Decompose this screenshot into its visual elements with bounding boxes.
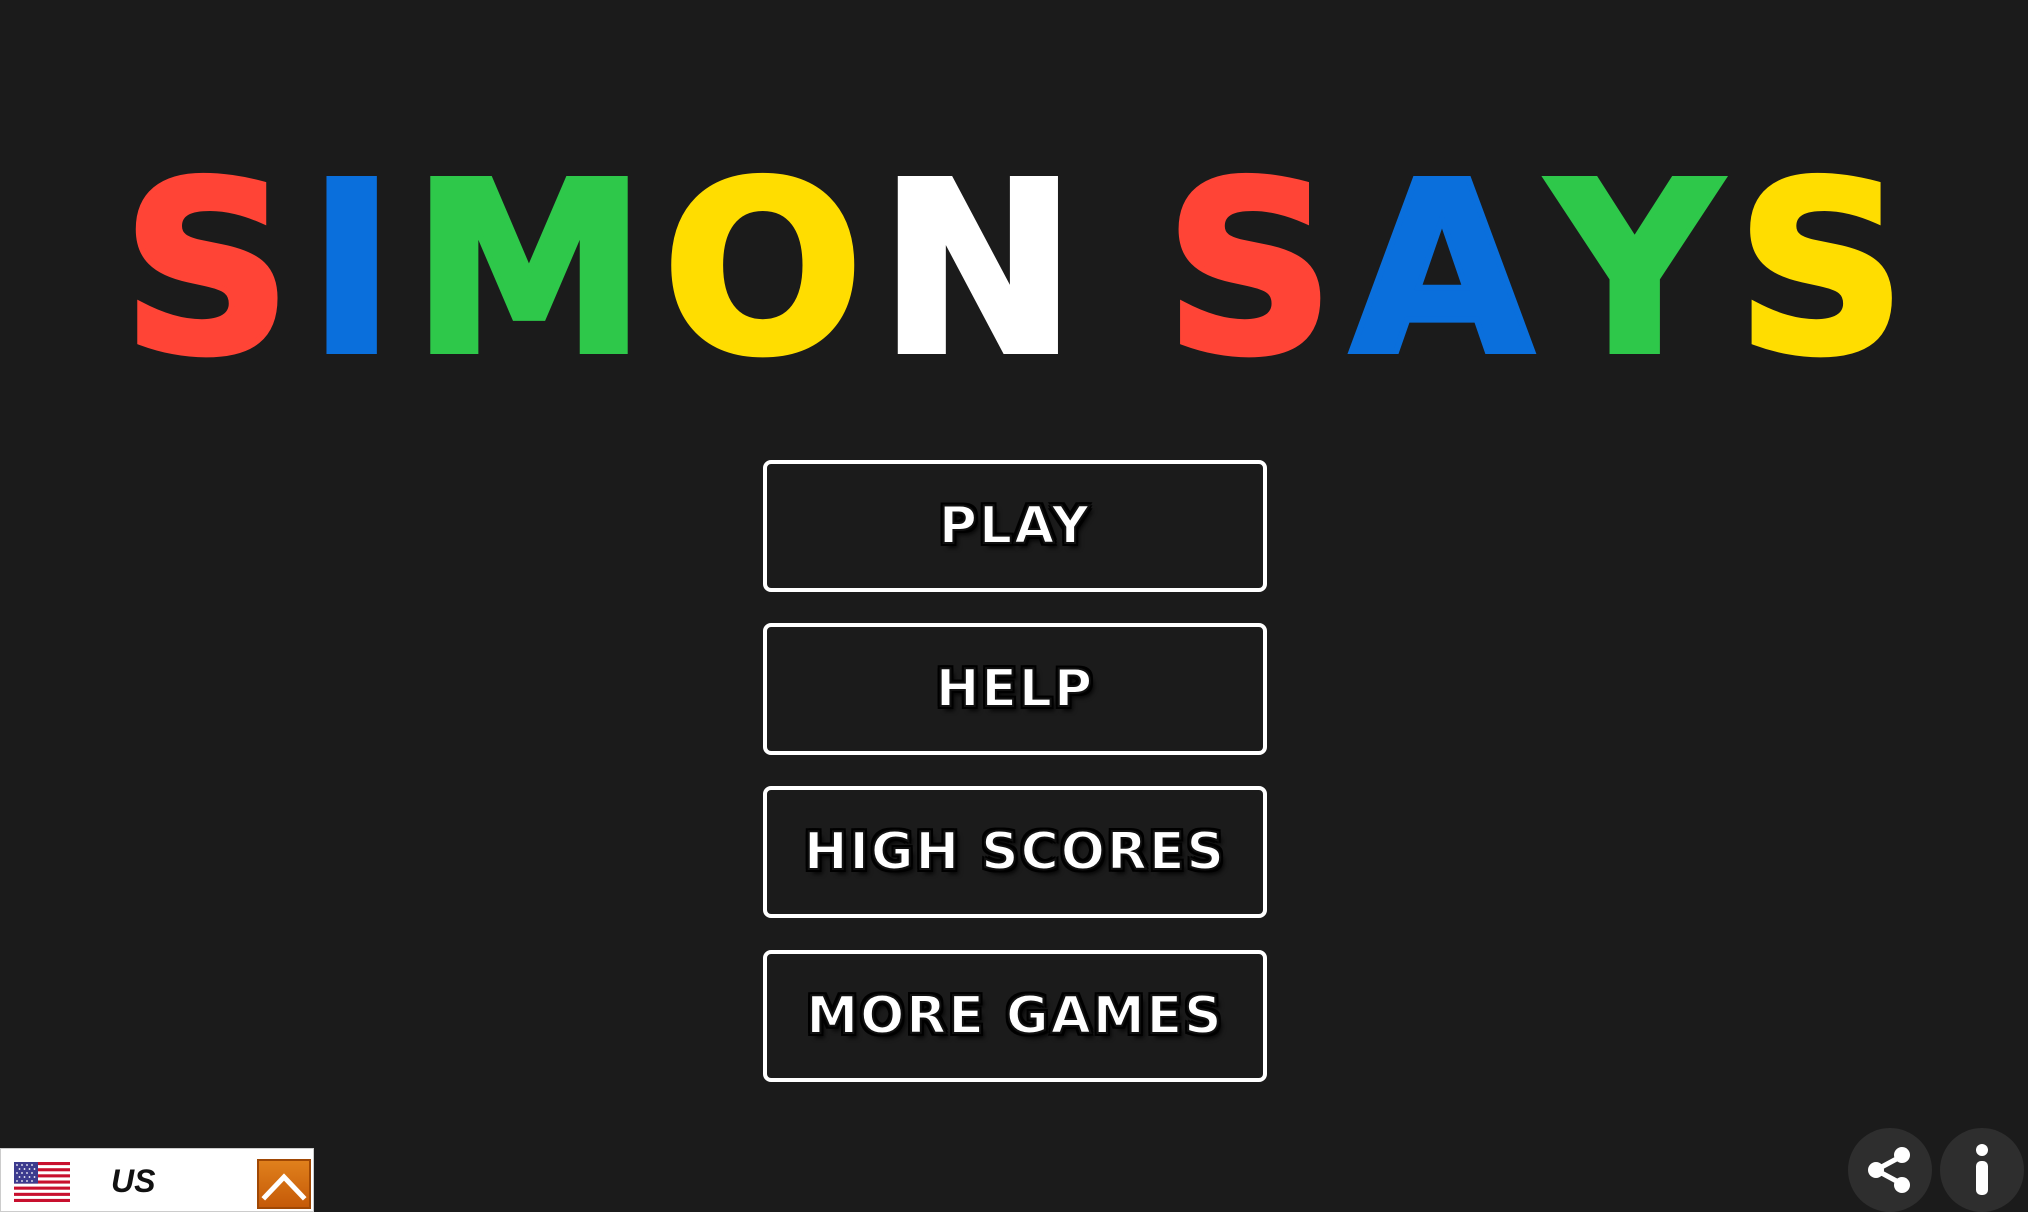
title-letter: M [409, 132, 650, 407]
play-button-label: PLAY [938, 495, 1092, 557]
help-button[interactable]: HELP [763, 623, 1267, 755]
play-button[interactable]: PLAY [763, 460, 1267, 592]
language-toggle-button[interactable] [257, 1159, 311, 1209]
title-letter: S [1162, 132, 1338, 407]
share-icon [1868, 1147, 1910, 1193]
language-selector[interactable]: US [0, 1148, 314, 1212]
title-word-simon: S I M O N [114, 132, 1085, 407]
more-games-button-label: MORE GAMES [805, 985, 1224, 1047]
title-letter: S [1733, 132, 1909, 407]
title-letter: Y [1546, 132, 1723, 407]
us-flag-icon [14, 1162, 70, 1202]
more-games-button[interactable]: MORE GAMES [763, 950, 1267, 1082]
title-letter: A [1348, 132, 1537, 407]
main-menu-screen: S I M O N S A Y S PLAY HELP HIGH SCORES … [0, 0, 2028, 1212]
game-title: S I M O N S A Y S [0, 149, 2028, 391]
title-letter: O [659, 132, 866, 407]
title-letter: S [119, 132, 295, 407]
high-scores-button-label: HIGH SCORES [803, 821, 1226, 883]
share-button[interactable] [1848, 1128, 1932, 1212]
title-letter: N [876, 132, 1080, 407]
title-letter: I [305, 132, 399, 407]
chevron-up-icon [261, 1173, 307, 1201]
language-code: US [111, 1163, 156, 1199]
info-button[interactable] [1940, 1128, 2024, 1212]
high-scores-button[interactable]: HIGH SCORES [763, 786, 1267, 918]
help-button-label: HELP [935, 658, 1095, 720]
info-icon [1976, 1144, 1988, 1195]
title-word-says: S A Y S [1157, 132, 1915, 407]
